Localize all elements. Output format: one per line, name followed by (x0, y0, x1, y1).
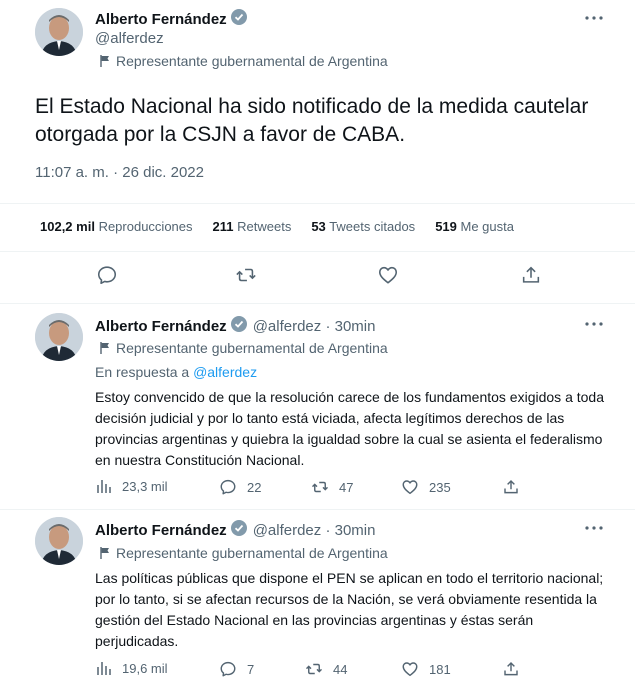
retweet-button[interactable]: 44 (305, 660, 347, 678)
heart-icon (402, 662, 418, 677)
reply-icon (220, 479, 236, 495)
flag-icon (100, 55, 109, 67)
reply-text: Las políticas públicas que dispone el PE… (95, 570, 604, 649)
affiliation-label: Representante gubernamental de Argentina (100, 545, 388, 561)
verified-badge-icon (230, 316, 247, 337)
retweet-icon (311, 481, 329, 493)
heart-icon (402, 480, 418, 495)
reply-context: En respuesta a @alferdez (95, 364, 258, 380)
reply-button[interactable]: 7 (219, 660, 254, 678)
author-name[interactable]: Alberto Fernández (95, 522, 227, 539)
retweet-button[interactable] (235, 264, 257, 291)
reply-button[interactable]: 22 (219, 478, 261, 496)
views-button[interactable]: 19,6 mil (96, 660, 168, 676)
more-options-icon[interactable] (584, 314, 604, 334)
reply-icon (97, 266, 117, 285)
affiliation-label: Representante gubernamental de Argentina (100, 53, 388, 69)
handle-time[interactable]: @alferdez · 30min (253, 522, 376, 539)
quotes-stat[interactable]: 53 Tweets citados (311, 219, 415, 234)
affiliation-text: Representante gubernamental de Argentina (116, 53, 388, 69)
analytics-icon (97, 480, 111, 493)
views-stat[interactable]: 102,2 mil Reproducciones (40, 219, 193, 234)
share-button[interactable] (520, 264, 542, 291)
reply-button[interactable] (96, 264, 118, 291)
like-button[interactable] (377, 264, 399, 291)
retweet-icon (305, 663, 323, 675)
verified-badge-icon (230, 9, 247, 30)
reply-text: Estoy convencido de que la resolución ca… (95, 389, 604, 468)
reply-to-link[interactable]: @alferdez (193, 364, 257, 380)
handle-time[interactable]: @alferdez · 30min (253, 318, 376, 335)
tweet-text: El Estado Nacional ha sido notificado de… (35, 95, 589, 146)
avatar[interactable] (35, 517, 83, 565)
tweet-stats: 102,2 mil Reproducciones 211 Retweets 53… (40, 219, 514, 234)
more-options-icon[interactable] (584, 8, 604, 28)
verified-badge-icon (230, 520, 247, 541)
views-button[interactable]: 23,3 mil (96, 478, 168, 494)
reply-icon (220, 661, 236, 677)
retweet-button[interactable]: 47 (311, 478, 353, 496)
flag-icon (100, 342, 109, 354)
affiliation-text: Representante gubernamental de Argentina (116, 545, 388, 561)
flag-icon (100, 547, 109, 559)
share-icon (504, 661, 518, 676)
share-button[interactable] (502, 478, 520, 501)
heart-icon (378, 266, 398, 284)
share-button[interactable] (502, 660, 520, 683)
share-icon (522, 266, 540, 283)
avatar[interactable] (35, 8, 83, 56)
like-button[interactable]: 235 (401, 478, 451, 496)
tweet-timestamp[interactable]: 11:07 a. m. · 26 dic. 2022 (35, 164, 204, 181)
author-name[interactable]: Alberto Fernández (95, 318, 227, 335)
avatar[interactable] (35, 313, 83, 361)
author-handle[interactable]: @alferdez (95, 30, 164, 47)
retweet-icon (236, 268, 256, 282)
share-icon (504, 479, 518, 494)
likes-stat[interactable]: 519 Me gusta (435, 219, 514, 234)
affiliation-text: Representante gubernamental de Argentina (116, 340, 388, 356)
like-button[interactable]: 181 (401, 660, 451, 678)
more-options-icon[interactable] (584, 518, 604, 538)
affiliation-label: Representante gubernamental de Argentina (100, 340, 388, 356)
retweets-stat[interactable]: 211 Retweets (213, 219, 292, 234)
author-name[interactable]: Alberto Fernández (95, 11, 227, 28)
analytics-icon (97, 662, 111, 675)
